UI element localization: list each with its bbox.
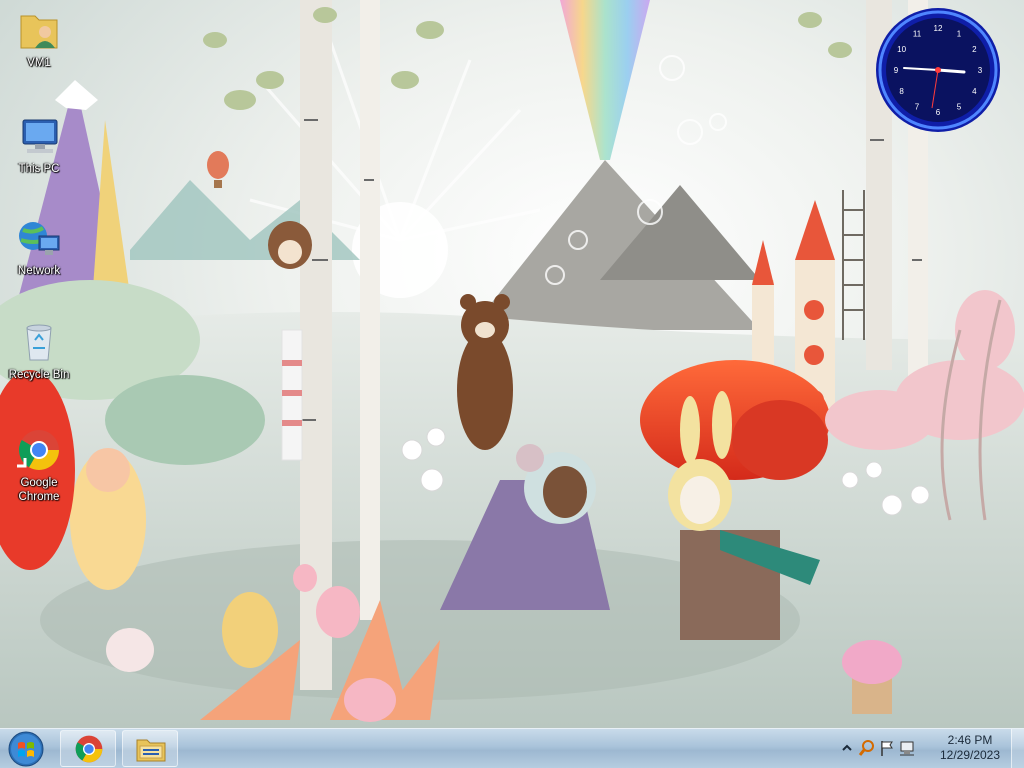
desktop-icon-label: Network [17,265,61,277]
chrome-taskbar-button[interactable] [60,730,116,767]
clock-numeral: 2 [972,45,977,54]
search-icon[interactable] [858,739,876,757]
clock-numeral: 10 [897,45,906,54]
system-tray: 2:46 PM 12/29/2023 [834,729,1024,768]
show-desktop-button[interactable] [1011,729,1024,768]
desktop[interactable]: VM1 This PC Network Recycle Bin Google C… [0,0,1024,728]
desktop-icon-label: Recycle Bin [8,369,70,381]
desktop-icon-label: This PC [18,163,60,175]
clock-numeral: 1 [957,30,962,39]
desktop-icon-this-pc[interactable]: This PC [2,112,76,176]
flag-icon[interactable] [878,739,896,757]
desktop-icon-label: VM1 [27,57,51,69]
clock-numeral: 12 [934,24,943,33]
show-hidden-icons-chevron[interactable] [838,739,856,757]
clock-numeral: 3 [978,66,983,75]
desktop-icon-network[interactable]: Network [2,214,76,278]
desktop-icon-google-chrome[interactable]: Google Chrome [2,426,76,504]
clock-numeral: 11 [913,30,922,39]
desktop-icon-recycle-bin[interactable]: Recycle Bin [2,318,76,382]
user-folder-icon [20,15,58,49]
clock-numeral: 5 [957,102,962,111]
clock-date: 12/29/2023 [939,748,1001,762]
clock-numeral: 9 [894,66,899,75]
network-icon [19,222,60,255]
clock-numeral: 6 [936,108,941,117]
taskbar[interactable]: 2:46 PM 12/29/2023 [0,728,1024,768]
clock-numeral: 8 [899,87,904,96]
clock-time: 2:46 PM [947,733,993,747]
start-button[interactable] [4,730,48,768]
folder-icon [136,739,166,762]
chrome-icon [17,430,59,470]
clock-numeral: 4 [972,87,977,96]
network-icon[interactable] [898,739,916,757]
desktop-icon-vm1[interactable]: VM1 [2,6,76,70]
file-explorer-taskbar-button[interactable] [122,730,178,767]
recycle-bin-icon [26,324,52,361]
clock-numeral: 7 [915,102,920,111]
computer-icon [22,119,58,153]
clock-gadget[interactable]: 121234567891011 [874,6,1002,134]
wallpaper-illustration [0,0,1024,728]
clock-hour-hand [936,68,966,74]
taskbar-clock[interactable]: 2:46 PM 12/29/2023 [932,733,1008,763]
chrome-icon [75,735,103,763]
desktop-icon-label: Google Chrome [18,477,60,503]
